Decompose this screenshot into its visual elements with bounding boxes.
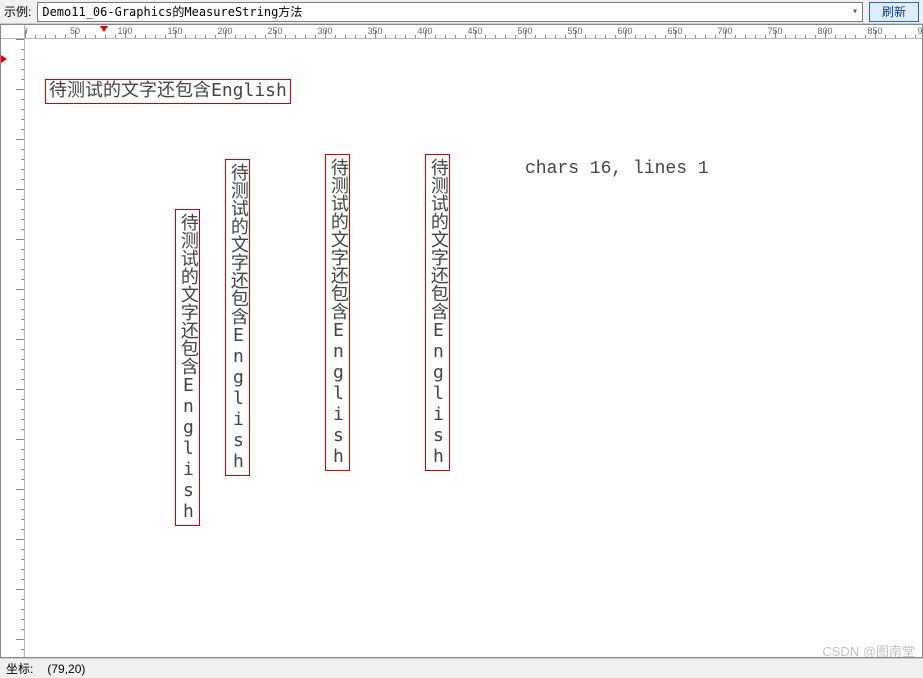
ruler-h-tick: 300	[317, 26, 332, 36]
ruler-h-tick: 350	[367, 26, 382, 36]
statusbar: 坐标: (79,20)	[0, 658, 923, 678]
ruler-h-tick: 400	[417, 26, 432, 36]
ruler-v-marker	[1, 55, 7, 63]
canvas-area[interactable]: 待测试的文字还包含English 待测试的文字还包含English 待测试的文字还包…	[25, 39, 922, 657]
ruler-h-tick: 750	[767, 26, 782, 36]
ruler-h-tick: 150	[167, 26, 182, 36]
ruler-h-tick: 800	[817, 26, 832, 36]
ruler-h-tick: 100	[117, 26, 132, 36]
ruler-h-tick: 0	[25, 26, 28, 36]
ruler-h-tick: 650	[667, 26, 682, 36]
ruler-h-tick: 50	[70, 26, 80, 36]
ruler-h-tick: 450	[467, 26, 482, 36]
measure-box-vertical: 待测试的文字还包含English	[175, 209, 200, 526]
coord-value: (79,20)	[47, 662, 85, 676]
workspace: 0501001502002503003504004505005506006507…	[0, 24, 923, 658]
refresh-button[interactable]: 刷新	[869, 2, 919, 22]
ruler-h-tick: 550	[567, 26, 582, 36]
ruler-h-marker	[100, 26, 108, 32]
measure-info: chars 16, lines 1	[525, 159, 709, 179]
ruler-corner	[1, 25, 25, 39]
measure-box-horizontal: 待测试的文字还包含English	[45, 79, 291, 104]
example-label: 示例:	[4, 3, 31, 20]
chevron-down-icon: ▾	[852, 6, 858, 17]
example-select-value: Demo11_06-Graphics的MeasureString方法	[42, 3, 302, 20]
ruler-h-tick: 850	[867, 26, 882, 36]
measure-box-vertical: 待测试的文字还包含English	[425, 154, 450, 471]
ruler-vertical: 050100150200250300350400450500550600	[1, 39, 25, 657]
measure-box-vertical: 待测试的文字还包含English	[325, 154, 350, 471]
toolbar: 示例: Demo11_06-Graphics的MeasureString方法 ▾…	[0, 0, 923, 24]
ruler-h-tick: 600	[617, 26, 632, 36]
ruler-h-tick: 500	[517, 26, 532, 36]
example-select[interactable]: Demo11_06-Graphics的MeasureString方法 ▾	[37, 2, 863, 22]
measure-box-vertical: 待测试的文字还包含English	[225, 159, 250, 476]
ruler-h-tick: 700	[717, 26, 732, 36]
ruler-h-tick: 200	[217, 26, 232, 36]
ruler-horizontal: 0 50 100 150 200 250 300 350 400 450 500 550 600 650 7…	[25, 25, 922, 39]
coord-label: 坐标:	[6, 660, 33, 677]
ruler-h-tick: 900	[917, 26, 922, 36]
ruler-h-tick: 250	[267, 26, 282, 36]
